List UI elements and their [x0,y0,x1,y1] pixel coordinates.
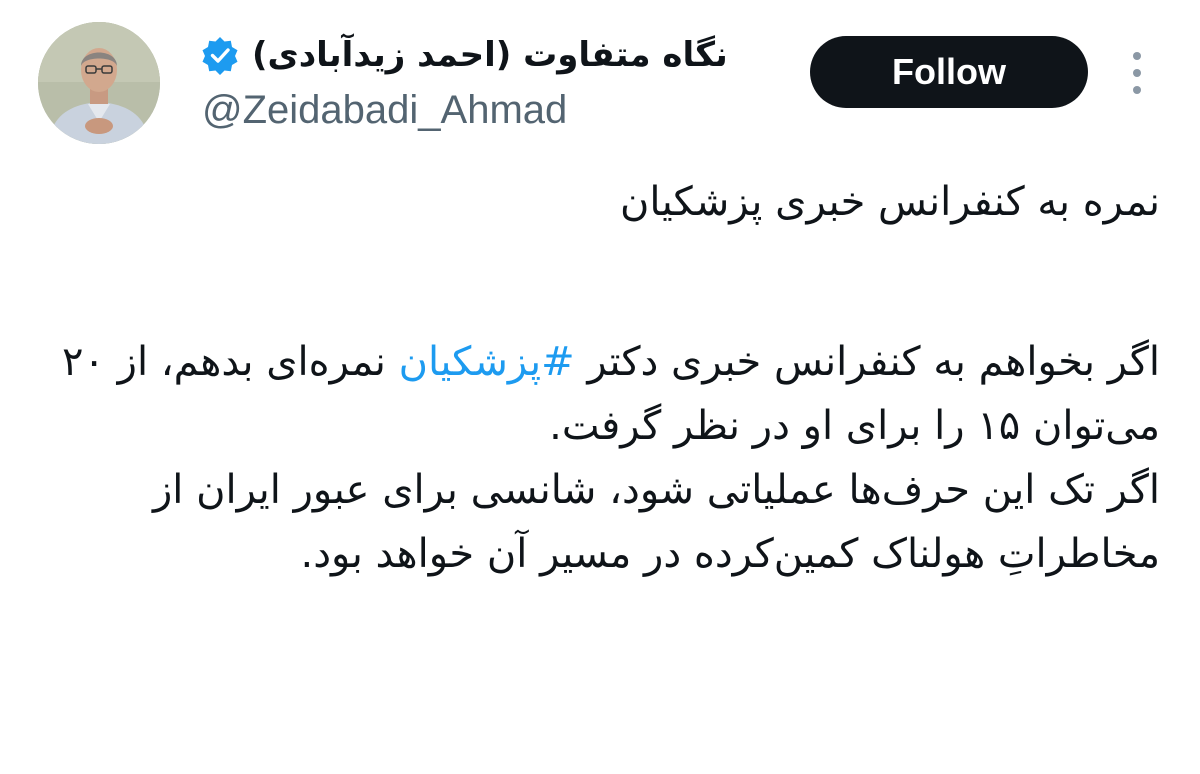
more-dot [1133,69,1141,77]
tweet-paragraph-1: اگر بخواهم به کنفرانس خبری دکتر #پزشکیان… [40,330,1160,458]
profile-photo [38,22,160,144]
author-handle[interactable]: @Zeidabadi_Ahmad [202,88,567,133]
hashtag-link[interactable]: #پزشکیان [399,339,575,385]
author-name-row: نگاه متفاوت (احمد زیدآبادی) [200,26,728,84]
more-options-icon[interactable] [1122,48,1152,98]
author-display-name[interactable]: نگاه متفاوت (احمد زیدآبادی) [252,35,728,75]
avatar[interactable] [38,22,160,144]
tweet-title-line: نمره به کنفرانس خبری پزشکیان [620,179,1160,225]
more-dot [1133,52,1141,60]
follow-button[interactable]: Follow [810,36,1088,108]
more-dot [1133,86,1141,94]
para1-before: اگر بخواهم به کنفرانس خبری دکتر [574,339,1160,385]
tweet-text: نمره به کنفرانس خبری پزشکیان اگر بخواهم … [40,170,1160,586]
tweet-paragraph-2: اگر تک این حرف‌ها عملیاتی شود، شانسی برا… [152,467,1160,577]
verified-badge-icon [200,35,240,75]
tweet-card: نگاه متفاوت (احمد زیدآبادی) @Zeidabadi_A… [0,0,1200,774]
